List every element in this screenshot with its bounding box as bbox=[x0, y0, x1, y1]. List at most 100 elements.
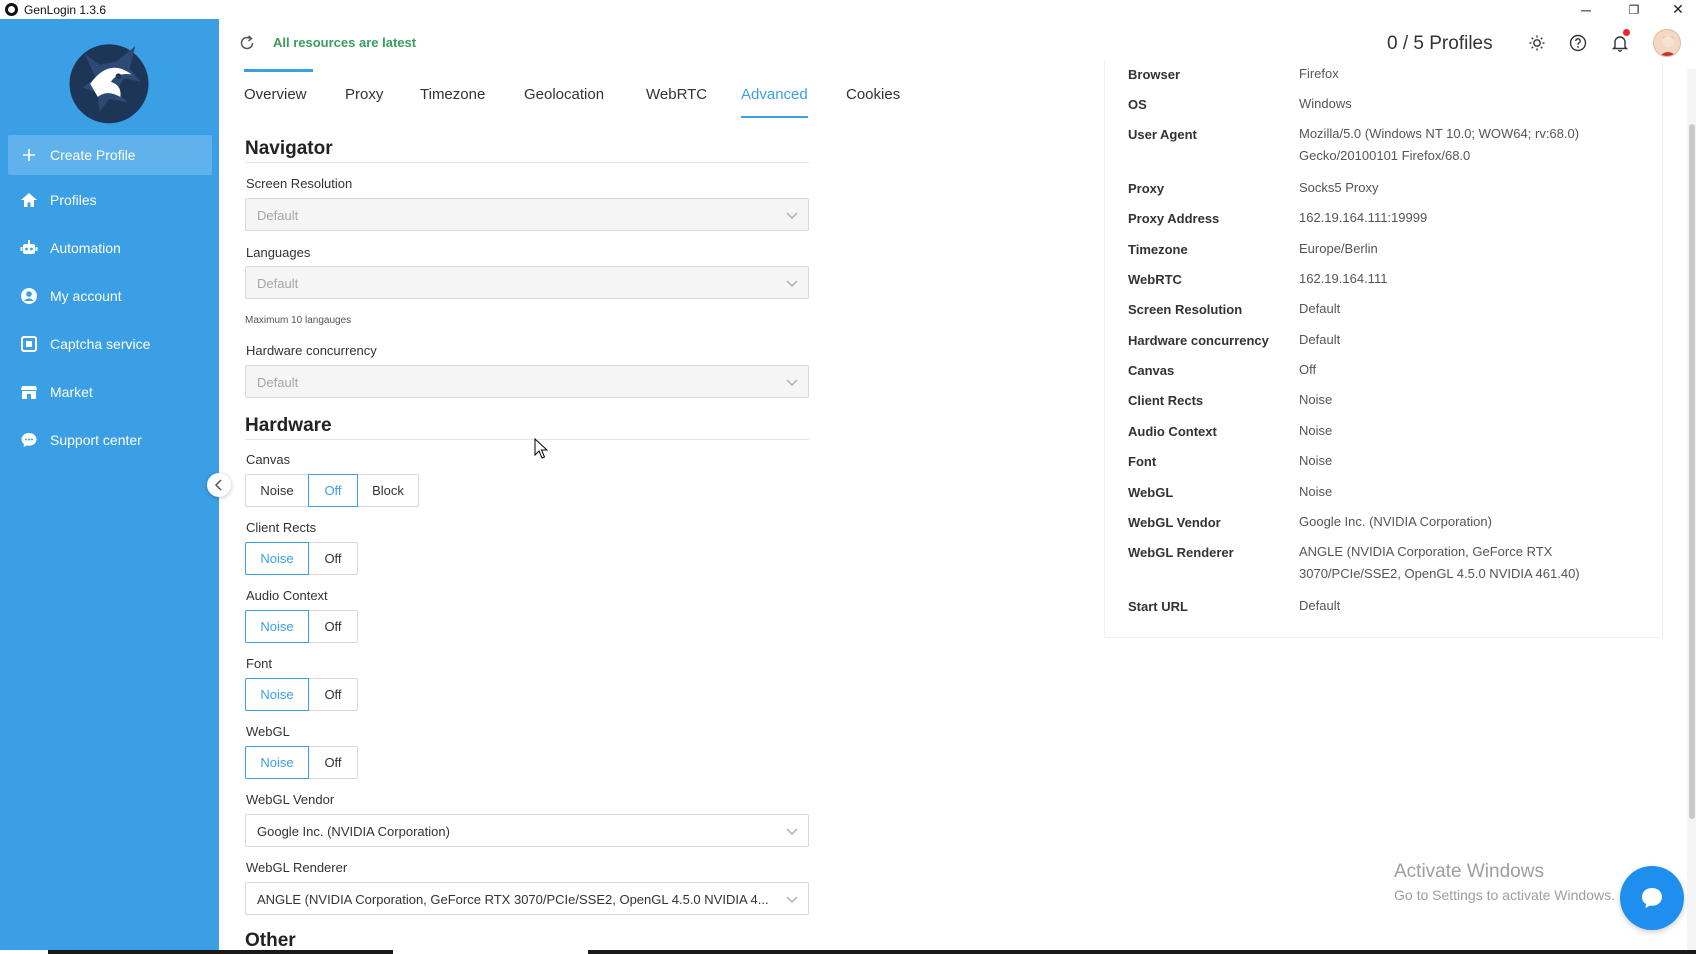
client-rects-label: Client Rects bbox=[246, 520, 317, 535]
sidebar-item-support-center[interactable]: Support center bbox=[8, 420, 212, 460]
select-value: ANGLE (NVIDIA Corporation, GeForce RTX 3… bbox=[257, 892, 769, 907]
webgl-renderer-label: WebGL Renderer bbox=[246, 860, 348, 875]
reload-icon[interactable] bbox=[238, 34, 256, 52]
live-chat-button[interactable] bbox=[1620, 866, 1684, 930]
close-button[interactable]: ✕ bbox=[1656, 0, 1696, 19]
select-value: Google Inc. (NVIDIA Corporation) bbox=[257, 824, 450, 839]
collapse-sidebar-button[interactable] bbox=[207, 473, 231, 497]
webgl-renderer-select[interactable]: ANGLE (NVIDIA Corporation, GeForce RTX 3… bbox=[245, 882, 809, 915]
summary-key: Browser bbox=[1128, 67, 1181, 82]
sidebar-item-profiles[interactable]: Profiles bbox=[8, 180, 212, 220]
webgl-vendor-select[interactable]: Google Inc. (NVIDIA Corporation) bbox=[245, 814, 809, 847]
summary-value: Google Inc. (NVIDIA Corporation) bbox=[1299, 514, 1492, 529]
summary-key: User Agent bbox=[1128, 127, 1197, 142]
screen-resolution-select[interactable]: Default bbox=[245, 198, 809, 231]
section-indicator bbox=[244, 69, 313, 72]
chevron-left-icon bbox=[214, 479, 222, 491]
resources-status: All resources are latest bbox=[273, 35, 417, 50]
summary-key: WebGL Vendor bbox=[1128, 515, 1221, 530]
notification-badge bbox=[1623, 29, 1630, 36]
summary-key: Font bbox=[1128, 454, 1157, 469]
tab-overview[interactable]: Overview bbox=[244, 86, 307, 103]
client-rects-option-noise[interactable]: Noise bbox=[245, 542, 309, 575]
tab-advanced[interactable]: Advanced bbox=[741, 86, 808, 118]
sidebar-item-my-account[interactable]: My account bbox=[8, 276, 212, 316]
activate-windows-watermark: Activate Windows Go to Settings to activ… bbox=[1394, 861, 1615, 903]
canvas-option-block[interactable]: Block bbox=[357, 474, 419, 507]
window-title: GenLogin 1.3.6 bbox=[24, 2, 107, 17]
summary-key: Hardware concurrency bbox=[1128, 333, 1269, 348]
summary-key: Start URL bbox=[1128, 599, 1188, 614]
select-value: Default bbox=[257, 208, 299, 223]
sidebar-item-label: Captcha service bbox=[50, 336, 151, 352]
tab-timezone[interactable]: Timezone bbox=[420, 86, 485, 103]
webgl-option-noise[interactable]: Noise bbox=[245, 746, 309, 779]
theme-toggle-icon[interactable] bbox=[1527, 33, 1547, 53]
font-segmented-control: Noise Off bbox=[245, 678, 358, 711]
genlogin-logo-icon bbox=[69, 44, 149, 124]
chevron-down-icon bbox=[786, 828, 798, 835]
sidebar-item-label: Support center bbox=[50, 432, 142, 448]
canvas-option-noise[interactable]: Noise bbox=[245, 474, 309, 507]
watermark-title: Activate Windows bbox=[1394, 861, 1544, 882]
chat-icon bbox=[20, 431, 38, 449]
summary-key: Screen Resolution bbox=[1128, 302, 1243, 317]
summary-key: Client Rects bbox=[1128, 393, 1204, 408]
minimize-button[interactable]: ─ bbox=[1564, 0, 1608, 19]
sidebar-item-automation[interactable]: Automation bbox=[8, 228, 212, 268]
summary-value: Europe/Berlin bbox=[1299, 241, 1378, 256]
profile-summary-panel: Browser Firefox OS Windows User Agent Mozil… bbox=[1104, 60, 1663, 638]
font-option-off[interactable]: Off bbox=[308, 678, 358, 711]
sidebar-item-market[interactable]: Market bbox=[8, 372, 212, 412]
market-icon bbox=[20, 383, 38, 401]
vertical-scrollbar[interactable] bbox=[1687, 69, 1696, 954]
audio-context-label: Audio Context bbox=[246, 588, 328, 603]
taskbar-edge bbox=[0, 950, 1696, 954]
languages-select[interactable]: Default bbox=[245, 266, 809, 299]
sidebar: Create Profile Profiles Automation My ac… bbox=[0, 19, 219, 954]
tab-proxy[interactable]: Proxy bbox=[345, 86, 383, 103]
avatar[interactable] bbox=[1653, 29, 1681, 57]
sidebar-item-captcha-service[interactable]: Captcha service bbox=[8, 324, 212, 364]
canvas-option-off[interactable]: Off bbox=[308, 474, 358, 507]
webgl-segmented-control: Noise Off bbox=[245, 746, 358, 779]
app-window: GenLogin 1.3.6 ─ ❐ ✕ Create Profile Prof… bbox=[0, 0, 1696, 954]
webgl-option-off[interactable]: Off bbox=[308, 746, 358, 779]
taskbar-segment bbox=[393, 950, 588, 954]
summary-value: Noise bbox=[1299, 423, 1333, 438]
hardware-concurrency-select[interactable]: Default bbox=[245, 365, 809, 398]
title-bar: GenLogin 1.3.6 ─ ❐ ✕ bbox=[0, 0, 1696, 19]
client-rects-option-off[interactable]: Off bbox=[308, 542, 358, 575]
languages-label: Languages bbox=[246, 245, 311, 260]
help-icon[interactable] bbox=[1568, 33, 1588, 53]
font-option-noise[interactable]: Noise bbox=[245, 678, 309, 711]
summary-value: Windows bbox=[1299, 96, 1352, 111]
tab-geolocation[interactable]: Geolocation bbox=[524, 86, 604, 103]
summary-key: WebGL bbox=[1128, 485, 1174, 500]
audio-context-option-noise[interactable]: Noise bbox=[245, 610, 309, 643]
captcha-icon bbox=[20, 335, 38, 353]
bell-icon[interactable] bbox=[1610, 33, 1630, 53]
profiles-count: 0 / 5 Profiles bbox=[1387, 33, 1493, 54]
summary-value: 162.19.164.111 bbox=[1299, 271, 1388, 286]
client-rects-segmented-control: Noise Off bbox=[245, 542, 358, 575]
tab-cookies[interactable]: Cookies bbox=[846, 86, 900, 103]
tab-webrtc[interactable]: WebRTC bbox=[646, 86, 707, 103]
summary-value: Socks5 Proxy bbox=[1299, 180, 1379, 195]
sidebar-item-label: Create Profile bbox=[50, 147, 136, 163]
summary-key: WebGL Renderer bbox=[1128, 545, 1234, 560]
summary-value: Noise bbox=[1299, 392, 1333, 407]
scrollbar-thumb[interactable] bbox=[1689, 124, 1695, 819]
summary-key: Audio Context bbox=[1128, 424, 1217, 439]
languages-hint: Maximum 10 langauges bbox=[245, 315, 352, 326]
sidebar-item-create-profile[interactable]: Create Profile bbox=[8, 135, 212, 175]
section-divider bbox=[245, 439, 809, 440]
audio-context-option-off[interactable]: Off bbox=[308, 610, 358, 643]
summary-key: WebRTC bbox=[1128, 272, 1182, 287]
select-value: Default bbox=[257, 375, 299, 390]
summary-value: Noise bbox=[1299, 484, 1333, 499]
sidebar-item-label: Market bbox=[50, 384, 93, 400]
summary-value: Firefox bbox=[1299, 66, 1339, 81]
summary-value: ANGLE (NVIDIA Corporation, GeForce RTX 3… bbox=[1299, 544, 1580, 581]
restore-button[interactable]: ❐ bbox=[1612, 0, 1656, 19]
